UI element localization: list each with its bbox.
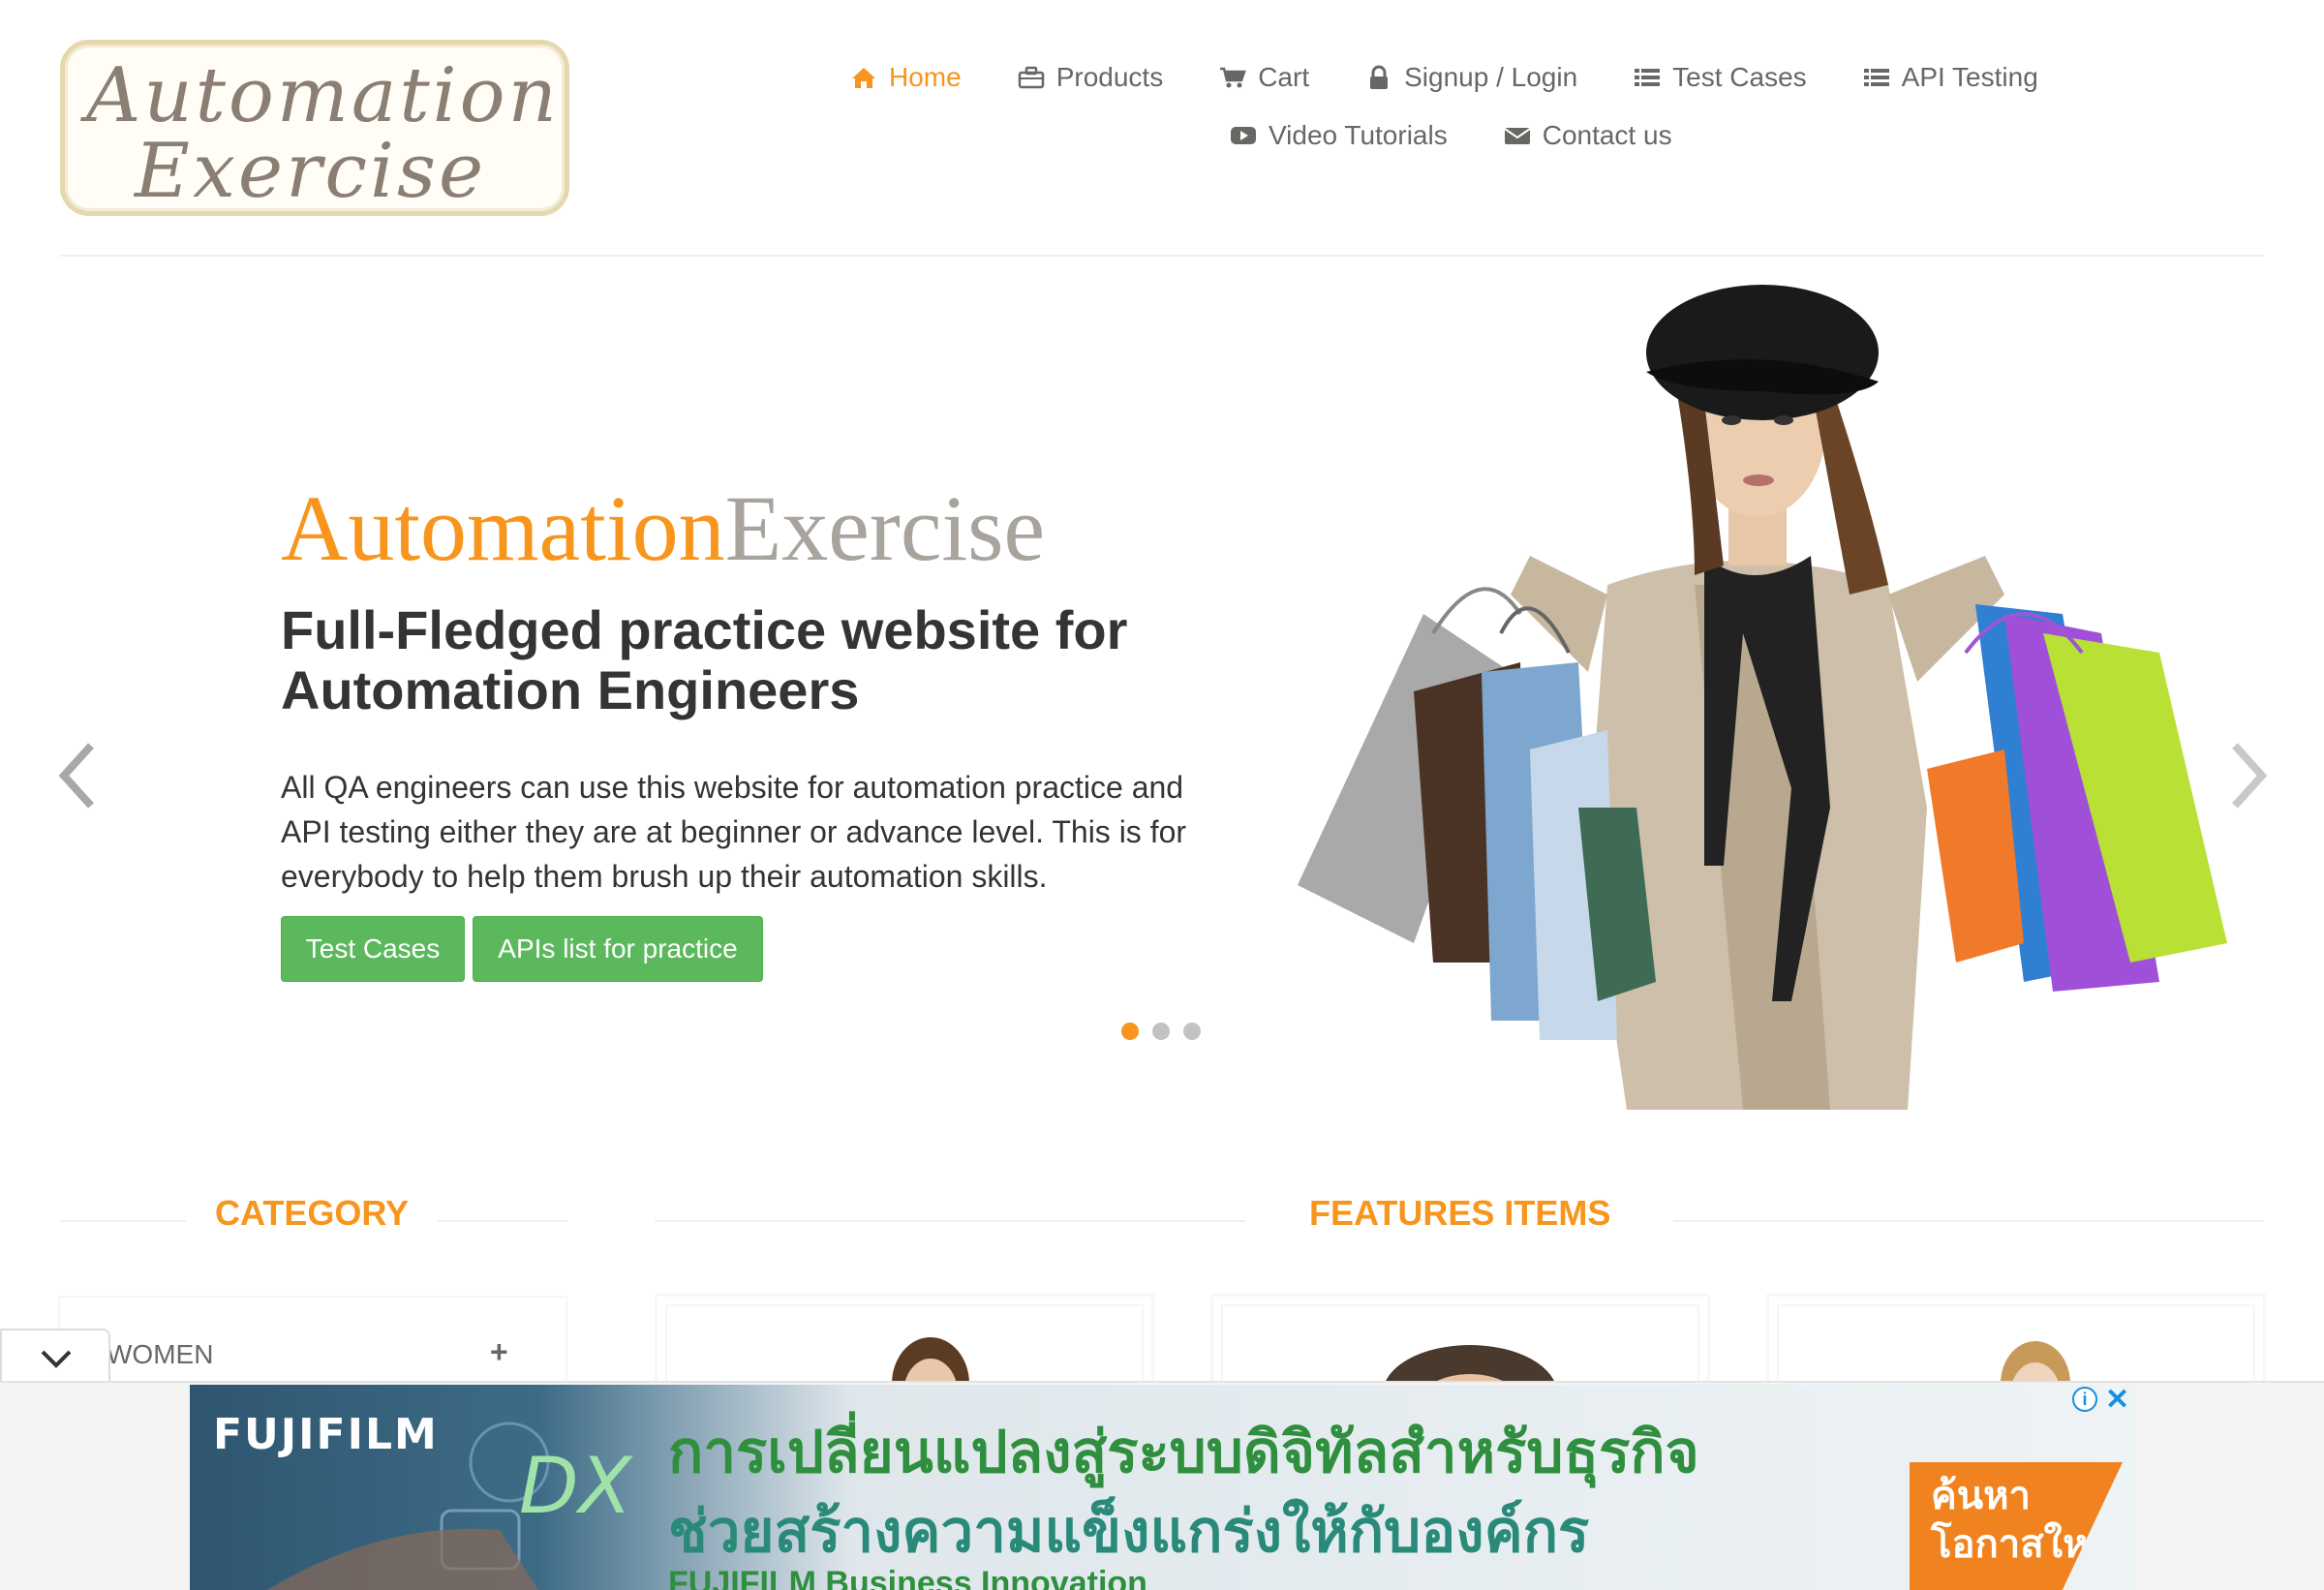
apis-list-button[interactable]: APIs list for practice [473,916,763,982]
header-divider [60,255,2264,257]
logo-line-2: Exercise [135,128,487,215]
hero-woman-shopping-bags-image [1298,285,2227,1110]
nav-contact-us-label: Contact us [1542,120,1672,150]
nav-contact-us[interactable]: Contact us [1504,120,1672,151]
category-rule-right [438,1220,567,1222]
ad-close-icon[interactable]: ✕ [2105,1383,2129,1417]
nav-products-label: Products [1055,62,1164,92]
nav-signup-login[interactable]: Signup / Login [1365,62,1577,93]
slide-indicator-2[interactable] [1152,1023,1170,1040]
chevron-down-icon [41,1350,72,1368]
nav-video-tutorials-label: Video Tutorials [1269,120,1448,150]
brand-part-automation: Automation [281,476,725,580]
logo-line-1: Automation [86,52,560,139]
home-icon [850,65,877,90]
site-header: Automation Exercise Home Products Cart S… [0,0,2324,258]
list-icon [1634,65,1661,90]
ad-headline-2: ช่วยสร้างความแข็งแกร่งให้กับองค์กร [668,1498,1590,1566]
ad-subline: FUJIFILM Business Innovation [668,1565,1147,1590]
nav-test-cases-label: Test Cases [1672,62,1807,92]
main-nav: Home Products Cart Signup / Login Test C… [833,54,2130,159]
slider-description: All QA engineers can use this website fo… [281,770,1187,894]
category-expand-toggle[interactable]: + [490,1334,508,1370]
nav-test-cases[interactable]: Test Cases [1634,62,1807,93]
nav-products[interactable]: Products [1018,62,1164,93]
brand-part-exercise: Exercise [724,476,1046,580]
test-cases-button[interactable]: Test Cases [281,916,465,982]
slide-indicator-1[interactable] [1121,1023,1139,1040]
youtube-icon [1230,123,1257,148]
ad-headline-1: การเปลี่ยนแปลงสู่ระบบดิจิทัลสำหรับธุรกิจ [668,1419,1699,1486]
nav-home[interactable]: Home [850,62,962,93]
ad-info-icon[interactable]: i [2072,1387,2097,1412]
nav-signup-login-label: Signup / Login [1404,62,1578,92]
ad-brand: FUJIFILM [213,1410,439,1459]
hero-slider: AutomationExercise Full-Fledged practice… [0,258,2324,1110]
category-title: CATEGORY [215,1193,410,1233]
nav-video-tutorials[interactable]: Video Tutorials [1230,120,1448,151]
slide-indicator-3[interactable] [1183,1023,1201,1040]
slider-headline: Full-Fledged practice website for Automa… [281,599,1128,720]
slider-brand: AutomationExercise [281,482,1045,575]
lock-icon [1365,65,1392,90]
cart-icon [1219,65,1246,90]
envelope-icon [1504,123,1531,148]
category-item-women[interactable]: WOMEN [107,1339,213,1370]
site-logo[interactable]: Automation Exercise [60,40,569,216]
features-rule-right [1673,1220,2264,1222]
nav-home-label: Home [889,62,962,92]
briefcase-icon [1018,65,1045,90]
ad-cta-button[interactable]: ค้นหาโอกาสใหม่ [1910,1462,2123,1590]
features-rule-left [655,1220,1245,1222]
ad-banner[interactable]: FUJIFILM DX การเปลี่ยนแปลงสู่ระบบดิจิทัล… [190,1385,2134,1590]
ad-collapse-button[interactable] [0,1329,110,1383]
slider-prev-arrow[interactable] [50,732,108,819]
nav-api-testing-label: API Testing [1901,62,2038,92]
nav-api-testing[interactable]: API Testing [1863,62,2038,93]
nav-cart[interactable]: Cart [1219,62,1309,93]
category-rule-left [60,1220,186,1222]
nav-cart-label: Cart [1258,62,1310,92]
list-icon [1863,65,1890,90]
chevron-left-icon [58,743,94,809]
ad-dx-badge: DX [519,1441,632,1531]
features-title: FEATURES ITEMS [1309,1193,1611,1233]
